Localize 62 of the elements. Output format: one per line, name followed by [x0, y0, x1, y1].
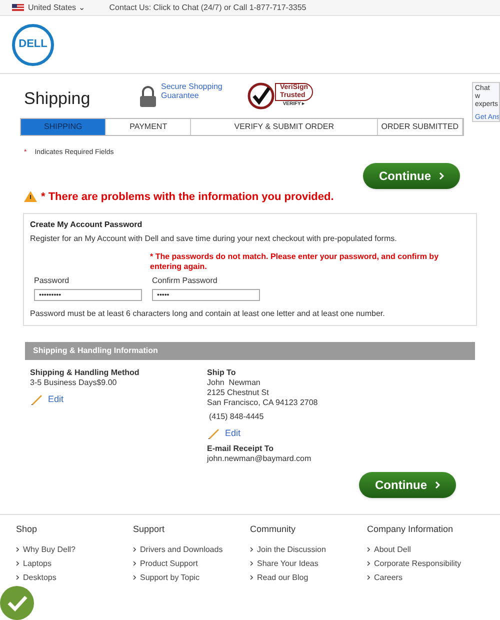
chevron-right-icon: [367, 575, 370, 580]
chevron-right-icon: [133, 575, 136, 580]
chevron-right-icon: [133, 547, 136, 552]
footer-heading: Community: [250, 523, 297, 536]
method-value: 3-5 Business Days$9.00: [30, 378, 118, 388]
address-line: 2125 Chestnut St: [207, 388, 270, 398]
chevron-right-icon: [16, 575, 19, 580]
description: Register for an My Account with Dell and save time during your next checkout with pre-populated forms.: [30, 234, 398, 244]
footer-link[interactable]: Drivers and Downloads: [140, 544, 223, 554]
phone-number: (415) 848-4445: [209, 412, 265, 422]
dell-logo[interactable]: DELL: [12, 24, 54, 66]
footer-link[interactable]: Join the Discussion: [257, 544, 326, 554]
chevron-right-icon: [367, 561, 370, 566]
footer-link[interactable]: Read our Blog: [257, 572, 308, 582]
footer-link[interactable]: Laptops: [23, 558, 52, 568]
error-message: * There are problems with the information you provided.: [41, 190, 334, 204]
footer-link[interactable]: Desktops: [23, 572, 56, 582]
country-selector[interactable]: United States ⌄: [28, 2, 86, 14]
password-error: * The passwords do not match. Please enter your password, and confirm by entering again.: [150, 252, 440, 272]
continue-button[interactable]: Continue: [359, 472, 456, 498]
footer-link[interactable]: Share Your Ideas: [257, 558, 318, 568]
chevron-right-icon: [250, 561, 253, 566]
flag-icon: [12, 4, 24, 11]
footer-link[interactable]: About Dell: [374, 544, 411, 554]
edit-link[interactable]: Edit: [48, 394, 64, 404]
chevron-right-icon: [435, 481, 440, 489]
field-label: Confirm Password: [152, 276, 218, 286]
contact-text: Contact Us: Click to Chat (24/7) or Call 1-877-717-3355: [109, 2, 306, 14]
footer-heading: Company Information: [367, 523, 454, 536]
password-hint: Password must be at least 6 characters long and contain at least one letter and at least one number.: [30, 309, 386, 319]
footer-heading: Support: [133, 523, 166, 536]
field-label: Password: [34, 276, 70, 286]
email-title: E-mail Receipt To: [207, 444, 275, 454]
padlock-icon: [139, 86, 157, 108]
footer-link[interactable]: Why Buy Dell?: [23, 544, 76, 554]
method-title: Shipping & Handling Method: [30, 368, 140, 378]
continue-button[interactable]: Continue: [363, 162, 460, 188]
address-line: San Francisco, CA 94123 2708: [207, 398, 318, 408]
section-title: Create My Account Password: [30, 220, 144, 230]
pencil-icon: [207, 426, 221, 440]
ship-to-title: Ship To: [207, 368, 237, 378]
address-line: John Newman: [207, 378, 262, 388]
chevron-right-icon: [250, 547, 253, 552]
chevron-right-icon: [16, 561, 19, 566]
page-title: Shipping: [24, 88, 92, 110]
edit-link[interactable]: Edit: [225, 428, 241, 438]
email-address: john.newman@baymard.com: [207, 454, 312, 464]
chevron-right-icon: [133, 561, 136, 566]
chevron-right-icon: [367, 547, 370, 552]
footer-link[interactable]: Support by Topic: [140, 572, 200, 582]
footer-link[interactable]: Careers: [374, 572, 402, 582]
secure-shopping-link[interactable]: Secure Shopping Guarantee: [161, 82, 223, 100]
footer-heading: Shop: [16, 523, 38, 536]
chevron-right-icon: [250, 575, 253, 580]
chevron-right-icon: [439, 172, 444, 180]
footer-link[interactable]: Corporate Responsibility: [374, 558, 462, 568]
checkout-step: SHIPPING: [21, 119, 106, 135]
section-header: Shipping & Handling Information: [25, 342, 475, 360]
footer-link[interactable]: Product Support: [140, 558, 198, 568]
pencil-icon: [30, 392, 44, 406]
chevron-right-icon: [16, 547, 19, 552]
warning-icon: [24, 191, 37, 202]
